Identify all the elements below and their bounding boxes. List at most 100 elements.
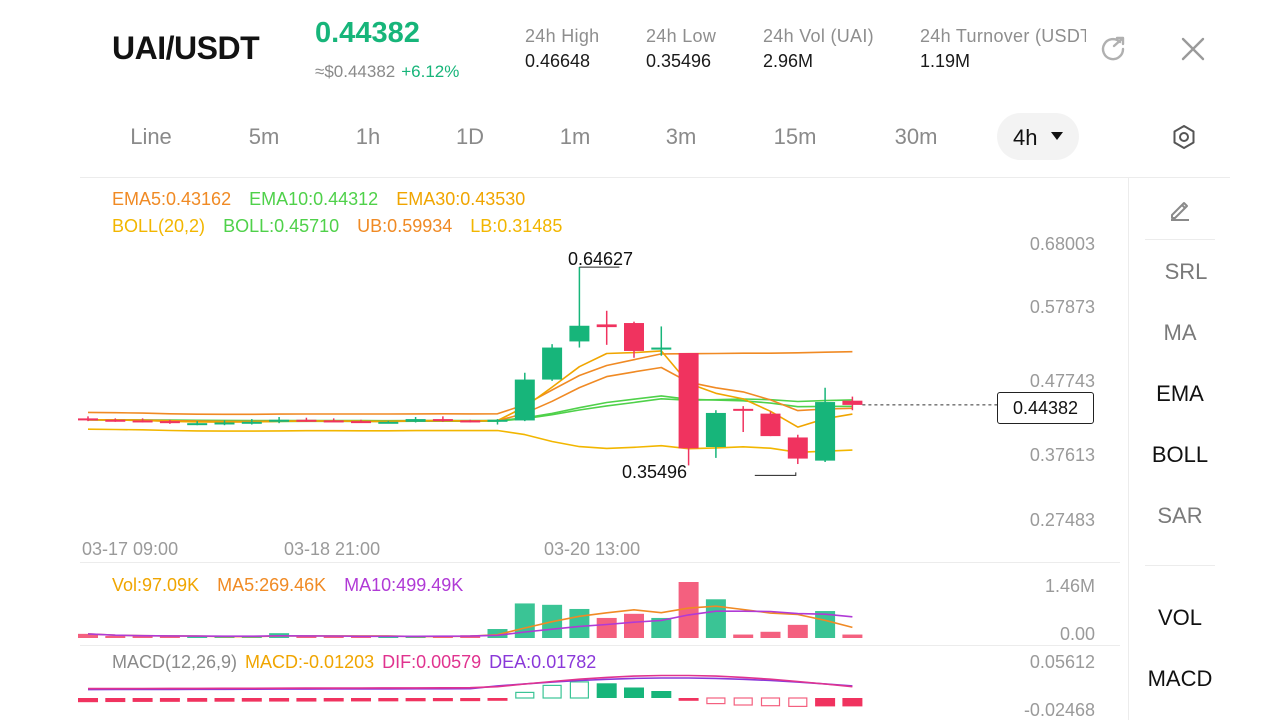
divider <box>1145 565 1215 566</box>
candle-body <box>78 418 98 421</box>
divider <box>1128 178 1129 720</box>
dea-value: DEA:0.01782 <box>489 652 597 672</box>
volume-bar <box>624 613 644 638</box>
candle-body <box>760 413 781 437</box>
volume-bar <box>842 634 863 638</box>
low-annotation: 0.35496 <box>622 462 688 482</box>
macd-axis-top: 0.05612 <box>1029 652 1095 672</box>
macd-hist-bar <box>105 698 126 703</box>
macd-hist-bar <box>542 684 562 699</box>
candle-body <box>487 419 508 422</box>
settings-icon[interactable] <box>1170 123 1198 151</box>
dif-line <box>88 674 853 690</box>
vol-axis-bottom: 0.00 <box>1059 624 1095 644</box>
macd-hist-bar <box>842 698 863 707</box>
macd-hist-bar <box>596 683 617 698</box>
macd-hist-bar <box>405 698 426 702</box>
macd-hist-bar <box>733 697 753 706</box>
candle-body <box>842 400 863 405</box>
macd-hist-bar <box>788 697 808 707</box>
macd-hist-bar <box>269 698 290 702</box>
volume-bar <box>787 624 808 638</box>
macd-hist-bar <box>323 698 344 702</box>
candle-body <box>705 412 726 448</box>
macd-hist-bar <box>706 697 726 705</box>
candle-body <box>624 323 644 351</box>
candle-body <box>323 420 344 423</box>
side-ema[interactable]: EMA <box>1130 381 1230 407</box>
candle-body <box>105 419 126 422</box>
candlestick-chart[interactable] <box>0 0 1120 720</box>
macd-indicator-row[interactable]: MACD(12,26,9) MACD:-0.01203 DIF:0.00579 DEA… <box>112 652 596 673</box>
candle-body <box>787 437 808 459</box>
candle-body <box>678 353 699 449</box>
macd-hist-bar <box>214 698 235 702</box>
candle-body <box>542 347 563 380</box>
vol-axis-top: 1.46M <box>1044 576 1095 596</box>
vol-ma10-line <box>87 610 853 638</box>
candle-body <box>159 421 180 424</box>
boll-upper-line <box>87 350 853 416</box>
vol-ma10-value: MA10:499.49K <box>344 575 464 595</box>
volume-bar <box>569 608 590 638</box>
boll-lower-line <box>87 428 853 454</box>
macd-hist-bar <box>760 697 781 707</box>
candle-body <box>514 379 535 421</box>
candle-body <box>460 420 481 423</box>
macd-hist-bar <box>78 698 98 703</box>
current-price-tag: 0.44382 <box>997 392 1094 424</box>
macd-name: MACD(12,26,9) <box>112 652 238 672</box>
volume-bar <box>733 634 754 638</box>
macd-hist-bar <box>432 698 453 702</box>
macd-hist-bar <box>132 698 153 702</box>
candle-body <box>214 422 235 425</box>
side-macd[interactable]: MACD <box>1130 666 1230 692</box>
divider <box>1145 239 1215 240</box>
candle-body <box>378 421 399 424</box>
candle-body <box>132 420 153 423</box>
candle-body <box>296 419 317 422</box>
candle-body <box>269 419 290 422</box>
candle-body <box>596 324 617 328</box>
volume-indicator-row[interactable]: Vol:97.09K MA5:269.46K MA10:499.49K <box>112 575 481 596</box>
macd-hist-bar <box>460 698 481 702</box>
macd-hist-bar <box>651 691 672 698</box>
candle-body <box>733 408 754 411</box>
candle-body <box>651 347 672 350</box>
volume-bar <box>596 617 617 638</box>
volume-bar <box>105 636 126 638</box>
candle-body <box>815 402 836 461</box>
chart-screen: UAI/USDT 0.44382 ≈$0.44382 +6.12% 24h Hig… <box>0 0 1280 720</box>
macd-hist-bar <box>569 681 590 699</box>
candle-body <box>432 419 453 422</box>
side-sar[interactable]: SAR <box>1130 503 1230 529</box>
side-vol[interactable]: VOL <box>1130 605 1230 631</box>
close-icon[interactable] <box>1178 34 1208 64</box>
candle-body <box>187 423 208 426</box>
macd-hist-bar <box>159 698 180 702</box>
side-boll[interactable]: BOLL <box>1130 442 1230 468</box>
macd-hist-bar <box>515 691 535 699</box>
volume-bar <box>760 631 781 638</box>
macd-hist-bar <box>187 698 208 702</box>
volume-bar <box>705 599 726 638</box>
side-srl[interactable]: SRL <box>1136 259 1236 285</box>
macd-hist-bar <box>351 698 371 702</box>
macd-hist-bar <box>296 698 317 702</box>
low-leader-line <box>754 472 797 476</box>
macd-hist-bar <box>815 698 836 707</box>
vol-value: Vol:97.09K <box>112 575 200 595</box>
high-annotation: 0.64627 <box>568 249 634 269</box>
macd-hist-bar <box>241 698 262 702</box>
vol-ma5-value: MA5:269.46K <box>217 575 327 595</box>
macd-value: MACD:-0.01203 <box>245 652 375 672</box>
macd-axis-bottom: -0.02468 <box>1023 700 1095 720</box>
macd-hist-bar <box>487 698 508 701</box>
candle-body <box>241 421 262 424</box>
candle-body <box>405 419 426 422</box>
candle-body <box>351 421 371 424</box>
macd-hist-bar <box>624 687 644 698</box>
pencil-icon[interactable] <box>1166 195 1194 223</box>
candle-body <box>569 325 590 342</box>
side-ma[interactable]: MA <box>1130 320 1230 346</box>
